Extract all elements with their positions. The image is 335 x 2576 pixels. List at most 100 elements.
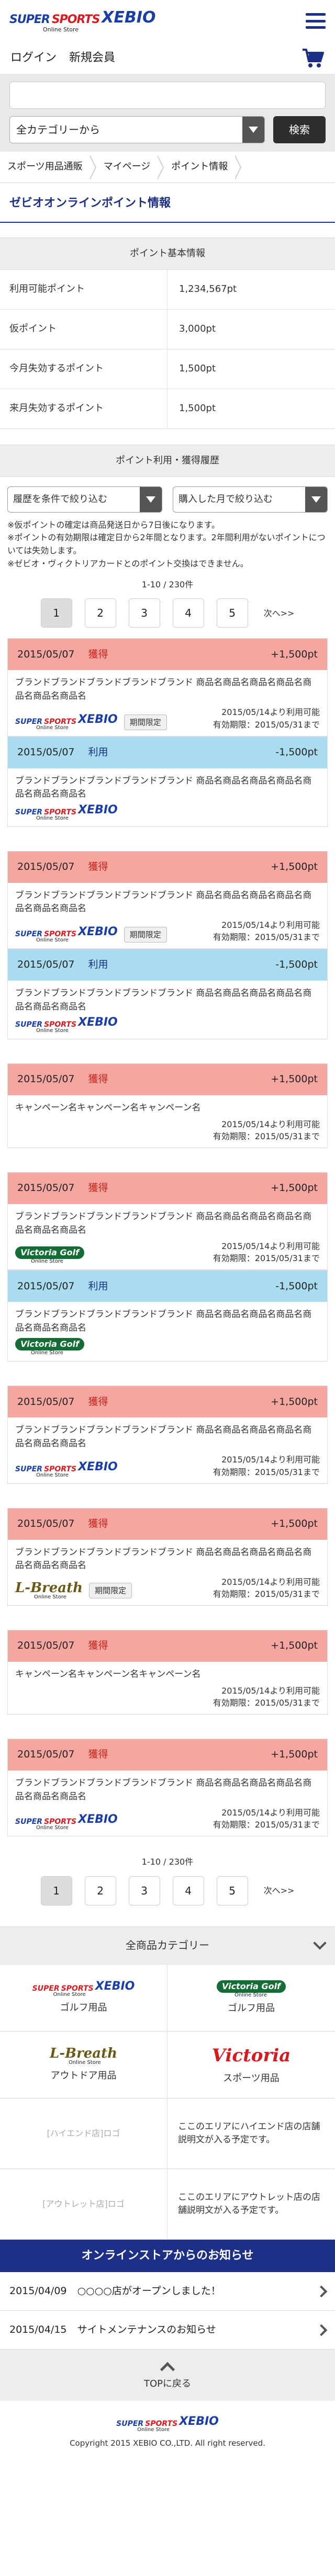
entry-available: 2015/05/14より利用可能 xyxy=(221,920,320,930)
chevron-right-icon xyxy=(315,2285,328,2297)
breadcrumb-item[interactable]: マイページ xyxy=(96,152,164,183)
entry-kind: 獲得 xyxy=(88,1640,108,1652)
news-item[interactable]: 2015/04/15 サイトメンテナンスのお知らせ xyxy=(0,2311,335,2350)
entry-body: ブランドブランドブランドブランドブランド 商品名商品名商品名商品名商品名商品名商… xyxy=(8,670,327,735)
page-5[interactable]: 5 xyxy=(216,1876,248,1906)
breadcrumb: スポーツ用品通販 マイページ ポイント情報 xyxy=(0,152,335,183)
back-to-top-button[interactable]: TOPに戻る xyxy=(0,2350,335,2401)
breadcrumb-item-current: ポイント情報 xyxy=(164,152,242,183)
entry-kind: 利用 xyxy=(88,746,108,758)
site-header: SUPER SPORTS XEBIO Online Store xyxy=(0,0,335,42)
xebio-logo[interactable]: SUPER SPORTS XEBIO Online Store xyxy=(9,9,155,33)
xebio-logo: SUPER SPORTS XEBIO Online Store xyxy=(15,1813,118,1831)
entry-text: ブランドブランドブランドブランドブランド 商品名商品名商品名商品名商品名商品名商… xyxy=(15,1309,312,1333)
entry-available: 2015/05/14より利用可能 xyxy=(221,707,320,718)
hamburger-menu-icon[interactable] xyxy=(306,13,326,29)
dropdown-arrow-icon xyxy=(305,486,327,512)
entry-kind: 獲得 xyxy=(88,1395,108,1408)
filter-month-select[interactable]: 購入した月で絞り込む xyxy=(173,486,328,513)
logo-super: SUPER xyxy=(9,13,50,26)
outlet-text: ここのエリアにアウトレット店の店舗説明文が入る予定です。 xyxy=(178,2192,320,2216)
result-count: 1-10 / 230件 xyxy=(141,579,194,589)
outlet-logo: [アウトレット店]ロゴ xyxy=(0,2169,168,2240)
category-label: アウトドア用品 xyxy=(50,2070,117,2082)
page-4[interactable]: 4 xyxy=(172,1876,204,1906)
outlet-store-row[interactable]: [アウトレット店]ロゴ ここのエリアにアウトレット店の店舗説明文が入る予定です。 xyxy=(0,2169,335,2240)
entry-date: 2015/05/07 xyxy=(17,861,75,873)
xebio-logo: SUPER SPORTS XEBIO Online Store xyxy=(15,1016,118,1034)
history-group: 2015/05/07 獲得 +1,500pt ブランドブランドブランドブランドブランド… xyxy=(0,1172,335,1362)
entry-text: キャンペーン名キャンペーン名キャンペーン名 xyxy=(15,1669,201,1680)
category-victoria-golf[interactable]: Victoria Golf Online Store ゴルフ用品 xyxy=(168,1965,335,2032)
entry-header: 2015/05/07 獲得 +1,500pt xyxy=(8,1630,327,1662)
history-group: 2015/05/07 獲得 +1,500pt ブランドブランドブランドブランドブランド… xyxy=(0,1507,335,1606)
next-page-link[interactable]: 次へ>> xyxy=(264,608,295,619)
entry-header: 2015/05/07 獲得 +1,500pt xyxy=(8,851,327,883)
entry-header: 2015/05/07 利用 -1,500pt xyxy=(8,736,327,768)
search-input[interactable] xyxy=(9,82,326,109)
entry-date: 2015/05/07 xyxy=(17,1395,75,1408)
entry-kind: 獲得 xyxy=(88,861,108,873)
logo-store: Online Store xyxy=(43,26,79,33)
page-2[interactable]: 2 xyxy=(84,1876,116,1906)
xebio-logo: SUPER SPORTS XEBIO Online Store xyxy=(15,1460,118,1478)
entry-kind: 獲得 xyxy=(88,1182,108,1194)
entry-expires: 有効期限：2015/05/31まで xyxy=(213,932,320,943)
filter-month-label: 購入した月で絞り込む xyxy=(178,493,273,505)
page-2[interactable]: 2 xyxy=(84,598,116,628)
news-text: ○○○○店がオープンしました！ xyxy=(77,2285,221,2297)
signup-link[interactable]: 新規会員 xyxy=(69,50,115,66)
footer-xebio-logo[interactable]: SUPER SPORTS XEBIO Online Store xyxy=(116,2415,219,2433)
basic-info-heading: ポイント基本情報 xyxy=(0,237,335,270)
history-entry: 2015/05/07 獲得 +1,500pt ブランドブランドブランドブランドブランド… xyxy=(7,638,328,736)
category-label: ゴルフ用品 xyxy=(228,2003,275,2014)
history-entry: 2015/05/07 利用 -1,500pt ブランドブランドブランドブランドブランド… xyxy=(7,736,328,827)
cart-icon[interactable] xyxy=(302,48,325,69)
entry-dates: 2015/05/14より利用可能 有効期限：2015/05/31まで xyxy=(213,1454,320,1478)
info-row: 今月失効するポイント 1,500pt xyxy=(0,349,335,389)
page-4[interactable]: 4 xyxy=(172,598,204,628)
entry-available: 2015/05/14より利用可能 xyxy=(221,1241,320,1252)
note: ※仮ポイントの確定は商品発送日から7日後になります。 xyxy=(7,519,220,530)
category-grid: SUPER SPORTS XEBIO Online Store ゴルフ用品 Vi… xyxy=(0,1964,335,2099)
entry-points: -1,500pt xyxy=(275,1280,318,1292)
category-select[interactable]: 全カテゴリーから xyxy=(9,116,265,143)
info-label: 今月失効するポイント xyxy=(0,349,168,389)
dropdown-arrow-icon xyxy=(140,486,162,512)
entry-points: +1,500pt xyxy=(271,1640,318,1652)
search-button[interactable]: 検索 xyxy=(273,116,326,143)
entry-dates: 2015/05/14より利用可能 有効期限：2015/05/31まで xyxy=(213,1807,320,1831)
page-3[interactable]: 3 xyxy=(128,1876,160,1906)
info-value: 1,500pt xyxy=(179,363,216,375)
next-page-link[interactable]: 次へ>> xyxy=(264,1885,295,1897)
category-heading[interactable]: 全商品カテゴリー xyxy=(0,1926,335,1965)
page-1[interactable]: 1 xyxy=(40,598,72,628)
entry-dates: 2015/05/14より利用可能 有効期限：2015/05/31まで xyxy=(213,1240,320,1264)
hi-end-text: ここのエリアにハイエンド店の店舗説明文が入る予定です。 xyxy=(178,2121,320,2146)
hi-end-store-row[interactable]: [ハイエンド店]ロゴ ここのエリアにハイエンド店の店舗説明文が入る予定です。 xyxy=(0,2098,335,2170)
filter-history-select[interactable]: 履歴を条件で絞り込む xyxy=(7,486,162,513)
entry-kind: 獲得 xyxy=(88,1749,108,1761)
login-link[interactable]: ログイン xyxy=(10,50,57,66)
history-filters: 履歴を条件で絞り込む 購入した月で絞り込む xyxy=(0,477,335,517)
history-list: 2015/05/07 獲得 +1,500pt ブランドブランドブランドブランドブランド… xyxy=(0,638,335,1837)
category-lbreath[interactable]: L-Breath Online Store アウトドア用品 xyxy=(0,2032,168,2099)
entry-text: ブランドブランドブランドブランドブランド 商品名商品名商品名商品名商品名商品名商… xyxy=(15,1778,312,1802)
page-1[interactable]: 1 xyxy=(40,1876,72,1906)
page-5[interactable]: 5 xyxy=(216,598,248,628)
entry-dates: 2015/05/14より利用可能 有効期限：2015/05/31まで xyxy=(213,1685,320,1709)
logo-sports: SPORTS xyxy=(51,13,100,26)
breadcrumb-item[interactable]: スポーツ用品通販 xyxy=(0,152,96,183)
history-entry: 2015/05/07 獲得 +1,500pt ブランドブランドブランドブランドブランド… xyxy=(7,1386,328,1484)
category-xebio[interactable]: SUPER SPORTS XEBIO Online Store ゴルフ用品 xyxy=(0,1965,168,2032)
chevron-down-icon xyxy=(313,1936,327,1950)
category-victoria[interactable]: Victoria スポーツ用品 xyxy=(168,2032,335,2099)
entry-text: キャンペーン名キャンペーン名キャンペーン名 xyxy=(15,1103,201,1114)
entry-date: 2015/05/07 xyxy=(17,959,75,971)
page-3[interactable]: 3 xyxy=(128,598,160,628)
search-area: 全カテゴリーから 検索 xyxy=(0,74,335,152)
info-value: 1,500pt xyxy=(179,403,216,414)
news-item[interactable]: 2015/04/09 ○○○○店がオープンしました！ xyxy=(0,2272,335,2311)
history-group: 2015/05/07 獲得 +1,500pt キャンペーン名キャンペーン名キャンペーン… xyxy=(0,1630,335,1715)
entry-available: 2015/05/14より利用可能 xyxy=(221,1455,320,1465)
